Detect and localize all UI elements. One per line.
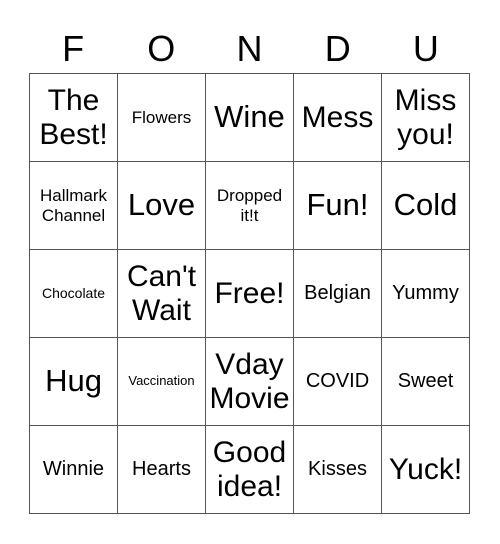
bingo-cell[interactable]: Love: [118, 162, 206, 250]
bingo-grid: The Best! Flowers Wine Mess Miss you! Ha…: [29, 73, 470, 514]
bingo-cell[interactable]: Flowers: [118, 74, 206, 162]
header-letter: U: [412, 28, 439, 69]
bingo-cell[interactable]: Hug: [30, 338, 118, 426]
bingo-cell[interactable]: Hallmark Channel: [30, 162, 118, 250]
bingo-cell[interactable]: Dropped it!t: [206, 162, 294, 250]
header-letter: D: [324, 28, 351, 69]
bingo-cell[interactable]: Free!: [206, 250, 294, 338]
header-letter: F: [62, 28, 85, 69]
bingo-cell[interactable]: Good idea!: [206, 426, 294, 514]
bingo-cell[interactable]: Kisses: [294, 426, 382, 514]
bingo-cell[interactable]: Can't Wait: [118, 250, 206, 338]
bingo-cell[interactable]: Cold: [382, 162, 470, 250]
header-letter: N: [236, 28, 263, 69]
bingo-cell[interactable]: Hearts: [118, 426, 206, 514]
bingo-header: F O N D U: [29, 26, 470, 72]
bingo-cell[interactable]: The Best!: [30, 74, 118, 162]
bingo-cell[interactable]: Yummy: [382, 250, 470, 338]
bingo-cell[interactable]: Vday Movie: [206, 338, 294, 426]
bingo-cell[interactable]: Chocolate: [30, 250, 118, 338]
bingo-cell[interactable]: Belgian: [294, 250, 382, 338]
bingo-cell[interactable]: Fun!: [294, 162, 382, 250]
bingo-cell[interactable]: Yuck!: [382, 426, 470, 514]
bingo-cell[interactable]: COVID: [294, 338, 382, 426]
bingo-cell[interactable]: Wine: [206, 74, 294, 162]
bingo-cell[interactable]: Sweet: [382, 338, 470, 426]
header-letter: O: [147, 28, 176, 69]
bingo-cell[interactable]: Mess: [294, 74, 382, 162]
bingo-cell[interactable]: Vaccination: [118, 338, 206, 426]
bingo-cell[interactable]: Miss you!: [382, 74, 470, 162]
bingo-cell[interactable]: Winnie: [30, 426, 118, 514]
